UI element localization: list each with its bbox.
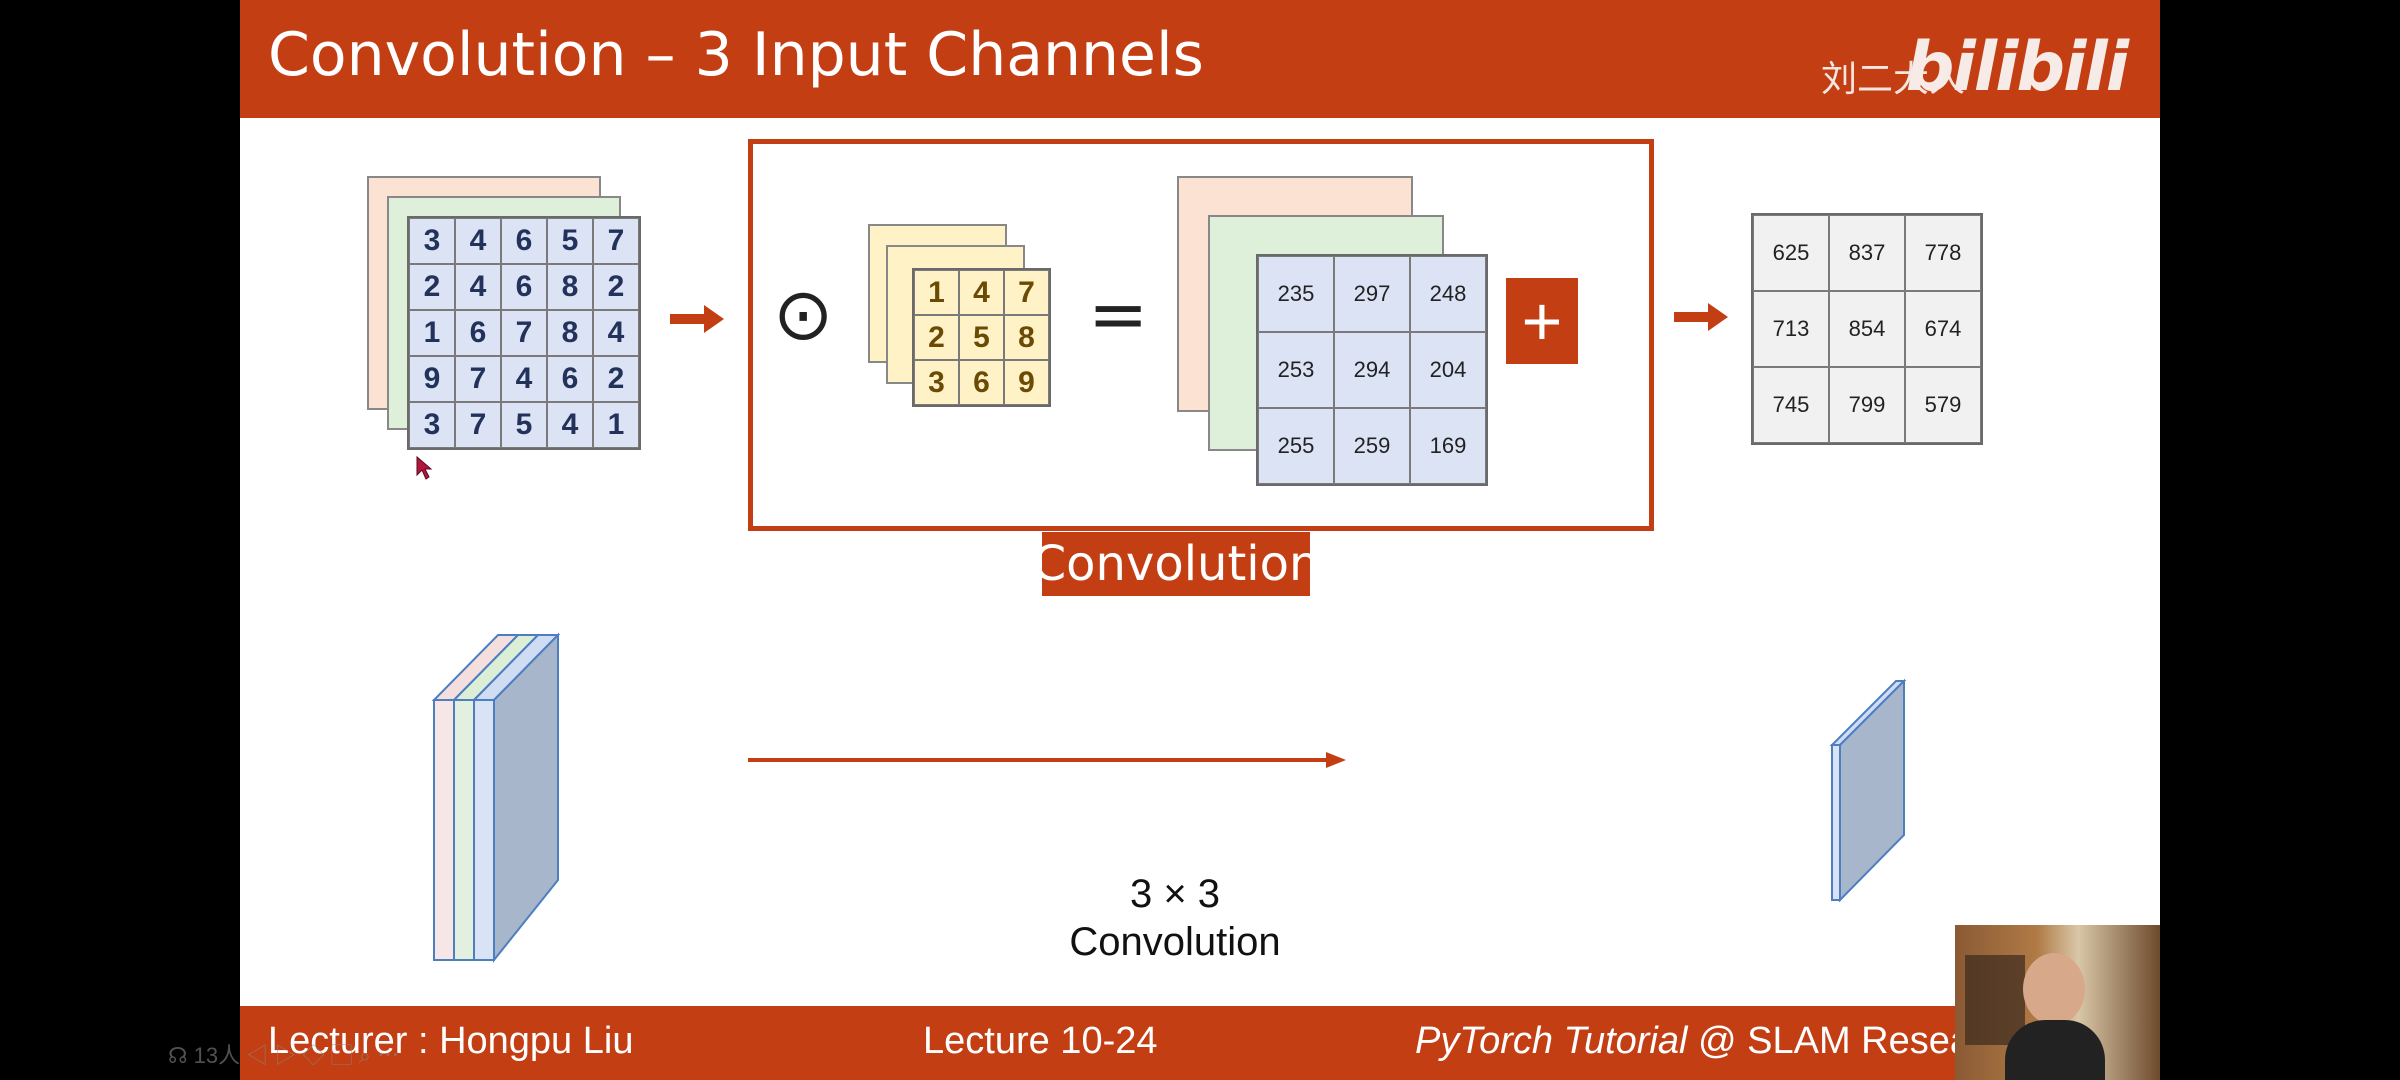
input-cell: 4 <box>593 310 639 356</box>
bottom-caption: 3 × 3 Convolution <box>1005 870 1345 966</box>
input-cell: 6 <box>501 218 547 264</box>
partial-cell: 248 <box>1410 256 1486 332</box>
arrow-right-icon <box>1674 303 1728 331</box>
kernel-cell: 5 <box>959 315 1004 360</box>
input-cell: 7 <box>593 218 639 264</box>
lecture-number: Lecture 10-24 <box>923 1020 1158 1062</box>
input-cell: 5 <box>501 402 547 448</box>
partial-cell: 169 <box>1410 408 1486 484</box>
kernel-cell: 6 <box>959 360 1004 405</box>
convolution-label: Convolution <box>1033 532 1319 596</box>
output-cell: 625 <box>1753 215 1829 291</box>
input-cell: 4 <box>547 402 593 448</box>
sum-plus-icon: + <box>1506 278 1578 364</box>
partial-cell: 259 <box>1334 408 1410 484</box>
output-cell: 799 <box>1829 367 1905 443</box>
kernel-cell: 1 <box>914 270 959 315</box>
viewer-icon: ☊ <box>168 1043 188 1068</box>
player-controls[interactable]: ☊ 13人 ◁ ▷ ◇ ▢ ⌕ ⋯ <box>168 1038 399 1070</box>
input-cell: 8 <box>547 264 593 310</box>
input-cell: 1 <box>593 402 639 448</box>
bilibili-logo: bilibili <box>1905 28 2129 107</box>
arrow-right-icon <box>670 305 724 333</box>
convolution-caption: Convolution <box>1069 920 1281 964</box>
kernel-cell: 4 <box>959 270 1004 315</box>
tutorial-affiliation: @ SLAM Resea <box>1687 1020 1972 1062</box>
input-cell: 7 <box>455 356 501 402</box>
input-cell: 4 <box>455 264 501 310</box>
partial-cell: 297 <box>1334 256 1410 332</box>
input-cell: 6 <box>455 310 501 356</box>
slide-footer: Lecturer : Hongpu Liu Lecture 10-24 PyTo… <box>240 1006 2160 1080</box>
viewer-count: 13人 <box>193 1043 241 1068</box>
output-cell: 713 <box>1753 291 1829 367</box>
input-cell: 7 <box>455 402 501 448</box>
slide: Convolution – 3 Input Channels 刘二大人 bili… <box>240 0 2160 1080</box>
kernel-front: 147258369 <box>912 268 1051 407</box>
player-icons: ◁ ▷ ◇ ▢ ⌕ ⋯ <box>246 1043 400 1068</box>
output-matrix: 625 837 778 713 854 674 745 799 579 <box>1751 213 1983 445</box>
input-cell: 4 <box>455 218 501 264</box>
output-cell: 674 <box>1905 291 1981 367</box>
tutorial-name: PyTorch Tutorial <box>1415 1020 1688 1062</box>
partial-cell: 255 <box>1258 408 1334 484</box>
input-cell: 2 <box>409 264 455 310</box>
input-cell: 5 <box>547 218 593 264</box>
partial-result-front: 235 297 248 253 294 204 255 259 169 <box>1256 254 1488 486</box>
input-cell: 3 <box>409 218 455 264</box>
input-cell: 6 <box>547 356 593 402</box>
output-volume-3d <box>1829 678 1907 903</box>
slide-header: Convolution – 3 Input Channels 刘二大人 bili… <box>240 0 2160 118</box>
kernel-cell: 8 <box>1004 315 1049 360</box>
partial-cell: 235 <box>1258 256 1334 332</box>
input-cell: 2 <box>593 356 639 402</box>
kernel-cell: 9 <box>1004 360 1049 405</box>
input-cell: 7 <box>501 310 547 356</box>
input-cell: 4 <box>501 356 547 402</box>
input-cell: 1 <box>409 310 455 356</box>
output-cell: 579 <box>1905 367 1981 443</box>
input-cell: 9 <box>409 356 455 402</box>
kernel-cell: 3 <box>914 360 959 405</box>
kernel-size-label: 3 × 3 <box>1129 872 1221 916</box>
equals-sign: = <box>1088 272 1149 356</box>
input-volume-3d <box>431 632 561 963</box>
long-arrow-icon <box>748 752 1346 768</box>
input-cell: 3 <box>409 402 455 448</box>
input-cell: 8 <box>547 310 593 356</box>
partial-cell: 204 <box>1410 332 1486 408</box>
lecturer-webcam <box>1955 925 2160 1080</box>
hadamard-operator: ⊙ <box>773 272 834 356</box>
output-cell: 745 <box>1753 367 1829 443</box>
tutorial-credit: PyTorch Tutorial @ SLAM Resea <box>1415 1020 1971 1063</box>
kernel-cell: 7 <box>1004 270 1049 315</box>
mouse-cursor-icon <box>416 455 433 480</box>
kernel-cell: 2 <box>914 315 959 360</box>
input-cell: 6 <box>501 264 547 310</box>
output-cell: 778 <box>1905 215 1981 291</box>
output-cell: 854 <box>1829 291 1905 367</box>
partial-cell: 253 <box>1258 332 1334 408</box>
input-channel-front: 3465724682167849746237541 <box>407 216 641 450</box>
partial-cell: 294 <box>1334 332 1410 408</box>
slide-title: Convolution – 3 Input Channels <box>268 20 1204 90</box>
output-cell: 837 <box>1829 215 1905 291</box>
input-cell: 2 <box>593 264 639 310</box>
